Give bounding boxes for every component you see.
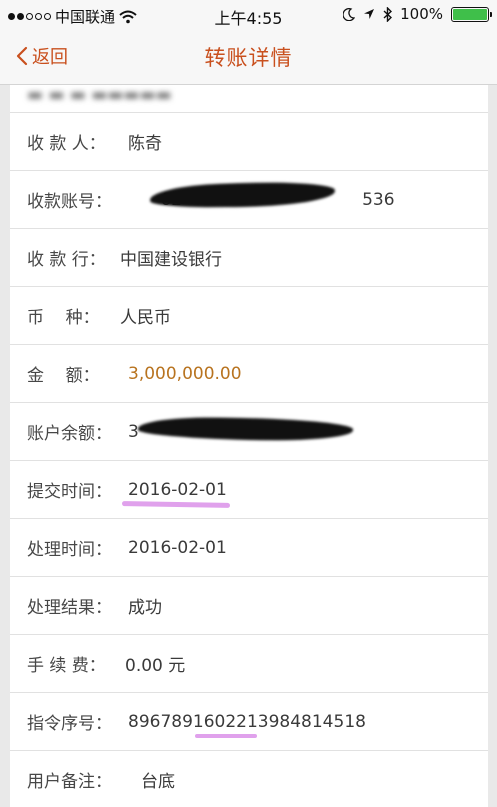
payee-bank-label: 收 款 行： xyxy=(27,250,106,270)
status-icons: 100% xyxy=(343,5,492,23)
fee-value: 0.00 元 xyxy=(125,656,186,676)
cut-off-row: ▬ ▬ ▬ ▬▬▬▬▬ xyxy=(27,85,172,105)
transfer-details-list: ▬ ▬ ▬ ▬▬▬▬▬ 收 款 人： 陈奇 收款账号： 62536 收 款 行：… xyxy=(10,85,488,807)
payee-account-row: 收款账号： 62536 xyxy=(10,171,488,229)
navigation-bar: 返回 转账详情 xyxy=(0,30,497,85)
list-item: ▬ ▬ ▬ ▬▬▬▬▬ xyxy=(10,85,488,113)
instruction-number-label: 指令序号： xyxy=(27,714,112,734)
submit-time-row: 提交时间： 2016-02-01 xyxy=(10,461,488,519)
payee-value: 陈奇 xyxy=(128,134,162,154)
highlight-underline xyxy=(121,501,231,508)
moon-icon xyxy=(343,7,356,21)
instruction-number-row: 指令序号： 8967891602213984814518 xyxy=(10,693,488,751)
payee-bank-row: 收 款 行： 中国建设银行 xyxy=(10,229,488,287)
balance-label: 账户余额： xyxy=(27,424,112,444)
currency-value: 人民币 xyxy=(120,308,171,328)
process-time-row: 处理时间： 2016-02-01 xyxy=(10,519,488,577)
amount-row: 金 额： 3,000,000.00 xyxy=(10,345,488,403)
result-row: 处理结果： 成功 xyxy=(10,577,488,635)
battery-icon xyxy=(451,6,492,22)
payee-label: 收 款 人： xyxy=(27,134,106,154)
instruction-number-value: 8967891602213984814518 xyxy=(128,711,366,732)
highlight-underline xyxy=(195,734,257,738)
amount-value: 3,000,000.00 xyxy=(128,363,242,384)
user-note-row: 用户备注： 台底 xyxy=(10,751,488,807)
redaction-scribble xyxy=(137,416,354,442)
process-time-label: 处理时间： xyxy=(27,540,112,560)
user-note-label: 用户备注： xyxy=(27,772,112,792)
currency-label: 币 种： xyxy=(27,308,100,328)
currency-row: 币 种： 人民币 xyxy=(10,287,488,345)
submit-time-value: 2016-02-01 xyxy=(128,479,227,500)
status-bar: 中国联通 上午4:55 100% xyxy=(0,0,497,30)
fee-label: 手 续 费： xyxy=(27,656,106,676)
amount-label: 金 额： xyxy=(27,366,100,386)
page-title: 转账详情 xyxy=(204,46,293,70)
process-time-value: 2016-02-01 xyxy=(128,537,227,558)
user-note-value: 台底 xyxy=(141,772,175,792)
payee-bank-value: 中国建设银行 xyxy=(120,250,222,270)
payee-account-label: 收款账号： xyxy=(27,192,112,212)
payee-row: 收 款 人： 陈奇 xyxy=(10,113,488,171)
location-icon xyxy=(364,9,375,19)
balance-row: 账户余额： 3 xyxy=(10,403,488,461)
fee-row: 手 续 费： 0.00 元 xyxy=(10,635,488,693)
account-suffix: 536 xyxy=(362,189,395,210)
battery-level xyxy=(453,8,487,20)
submit-time-label: 提交时间： xyxy=(27,482,112,502)
battery-percent: 100% xyxy=(400,5,443,23)
result-value: 成功 xyxy=(128,598,162,618)
balance-value: 3 xyxy=(128,421,139,442)
bluetooth-icon xyxy=(383,6,393,22)
result-label: 处理结果： xyxy=(27,598,112,618)
